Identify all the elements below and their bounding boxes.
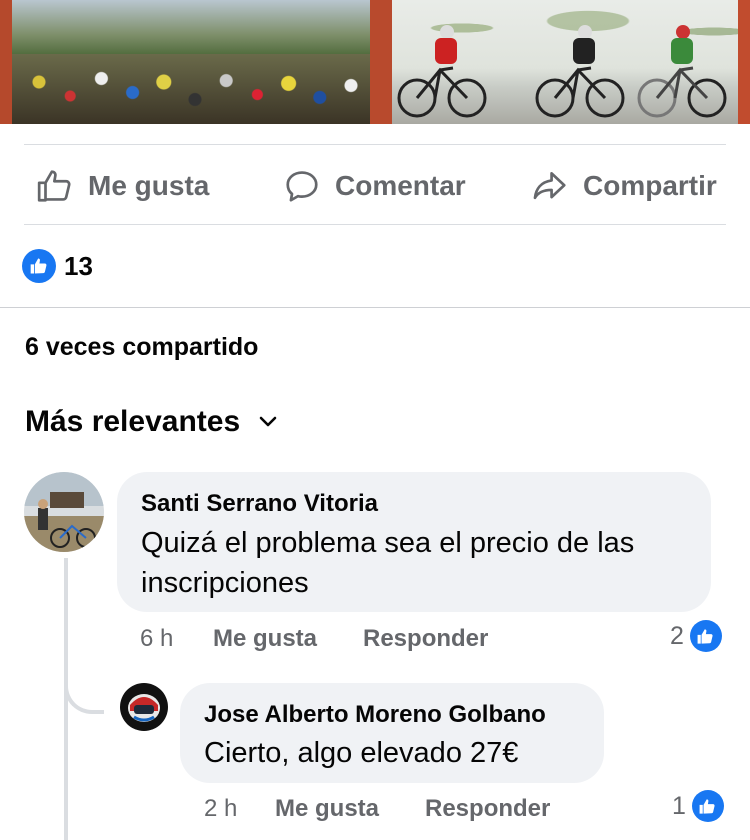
sort-label: Más relevantes — [25, 405, 241, 438]
comment-time[interactable]: 6 h — [140, 625, 173, 653]
avatar-photo — [120, 683, 168, 731]
comment-sort-dropdown[interactable]: Más relevantes — [25, 405, 278, 439]
shares-count[interactable]: 6 veces compartido — [25, 333, 258, 362]
comment-icon — [286, 171, 318, 202]
divider-full — [0, 307, 750, 308]
comment-button-label: Comentar — [335, 170, 466, 201]
comment-reaction-count: 2 — [670, 621, 684, 650]
like-reaction-icon — [22, 249, 56, 283]
avatar[interactable] — [120, 683, 168, 731]
divider-top — [24, 144, 726, 145]
comment-author[interactable]: Santi Serrano Vitoria — [141, 490, 378, 518]
avatar-photo — [24, 472, 104, 552]
comment-bubble: Jose Alberto Moreno Golbano Cierto, algo… — [180, 683, 604, 783]
reactions-summary[interactable]: 13 — [22, 249, 93, 283]
share-button[interactable]: Compartir — [531, 160, 717, 212]
comment-reaction-count: 1 — [672, 791, 686, 820]
cyclists-illustration — [397, 25, 727, 118]
comment-like-link[interactable]: Me gusta — [275, 795, 379, 823]
comment-text: Quizá el problema sea el precio de las i… — [141, 527, 635, 599]
like-reaction-icon — [689, 620, 722, 652]
comment-reactions[interactable]: 2 — [670, 620, 722, 652]
comment-like-link[interactable]: Me gusta — [213, 625, 317, 653]
comment-reply-link[interactable]: Responder — [425, 795, 550, 823]
comment-author[interactable]: Jose Alberto Moreno Golbano — [204, 701, 546, 729]
share-button-label: Compartir — [583, 170, 717, 201]
chevron-down-icon — [259, 416, 277, 427]
post-image[interactable] — [0, 0, 750, 124]
comment-time[interactable]: 2 h — [204, 795, 237, 823]
avatar[interactable] — [24, 472, 104, 552]
reactions-count: 13 — [64, 250, 93, 281]
share-icon — [533, 171, 566, 200]
like-button[interactable]: Me gusta — [36, 160, 209, 212]
divider-actions — [24, 224, 726, 225]
comment-text: Cierto, algo elevado 27€ — [204, 737, 519, 769]
crowd-riders — [0, 54, 390, 124]
comment-bubble: Santi Serrano Vitoria Quizá el problema … — [117, 472, 711, 612]
like-button-label: Me gusta — [88, 170, 210, 201]
comment-reply-link[interactable]: Responder — [363, 625, 488, 653]
image-border-left — [0, 0, 12, 124]
like-reaction-icon — [691, 790, 724, 822]
reply-connector — [64, 650, 104, 714]
image-divider — [370, 0, 392, 124]
comment-button[interactable]: Comentar — [283, 160, 466, 212]
comment-reactions[interactable]: 1 — [672, 790, 724, 822]
thumbs-up-icon — [37, 170, 71, 202]
